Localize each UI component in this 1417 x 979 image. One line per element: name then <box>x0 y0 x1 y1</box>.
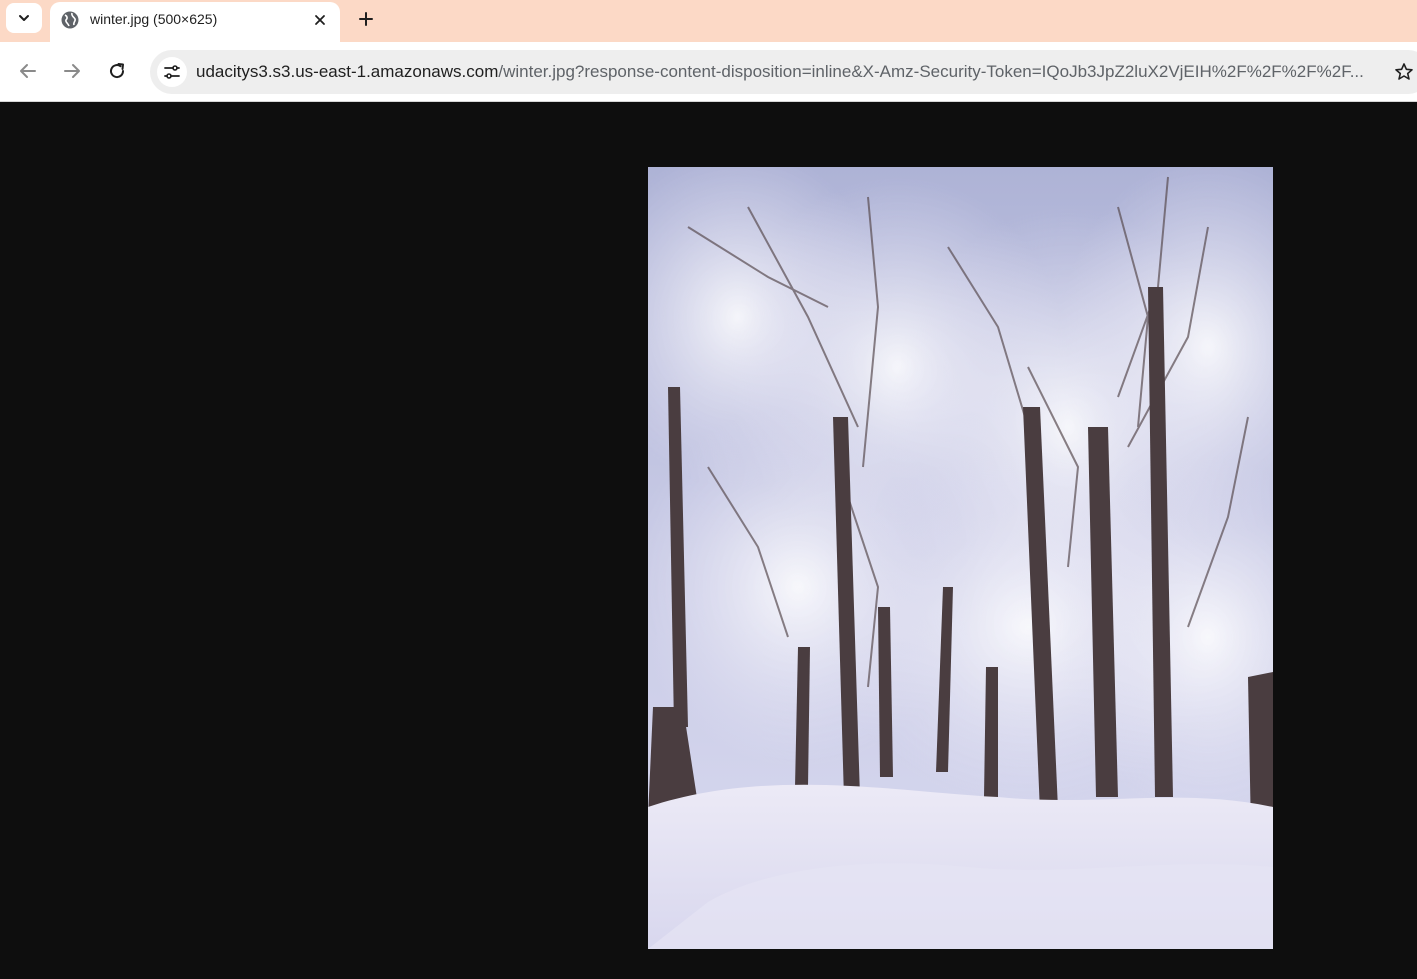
site-info-button[interactable] <box>157 57 187 87</box>
address-bar[interactable]: udacitys3.s3.us-east-1.amazonaws.com/win… <box>150 50 1417 94</box>
back-button[interactable] <box>13 56 43 86</box>
new-tab-button[interactable] <box>352 6 380 32</box>
tab-search-button[interactable] <box>6 3 42 33</box>
url-path: /winter.jpg?response-content-disposition… <box>498 62 1364 81</box>
arrow-left-icon <box>20 64 36 78</box>
browser-toolbar: udacitys3.s3.us-east-1.amazonaws.com/win… <box>0 42 1417 102</box>
url-text[interactable]: udacitys3.s3.us-east-1.amazonaws.com/win… <box>196 62 1376 82</box>
reload-button[interactable] <box>102 56 132 86</box>
plus-icon <box>359 12 373 26</box>
close-icon <box>315 15 325 25</box>
close-tab-button[interactable] <box>309 9 331 31</box>
image-viewer <box>0 102 1417 979</box>
tab-strip: winter.jpg (500×625) <box>0 0 1417 42</box>
arrow-right-icon <box>64 64 80 78</box>
active-tab[interactable]: winter.jpg (500×625) <box>50 2 340 42</box>
bookmark-button[interactable] <box>1393 61 1415 83</box>
snow-forest-image <box>648 167 1273 949</box>
url-host: udacitys3.s3.us-east-1.amazonaws.com <box>196 62 499 81</box>
chevron-down-icon <box>19 15 29 21</box>
winter-image[interactable] <box>648 167 1273 949</box>
star-icon <box>1395 63 1413 80</box>
globe-icon <box>61 11 79 29</box>
tune-icon <box>164 65 180 79</box>
tab-title: winter.jpg (500×625) <box>90 11 218 27</box>
reload-icon <box>110 63 125 79</box>
forward-button[interactable] <box>57 56 87 86</box>
